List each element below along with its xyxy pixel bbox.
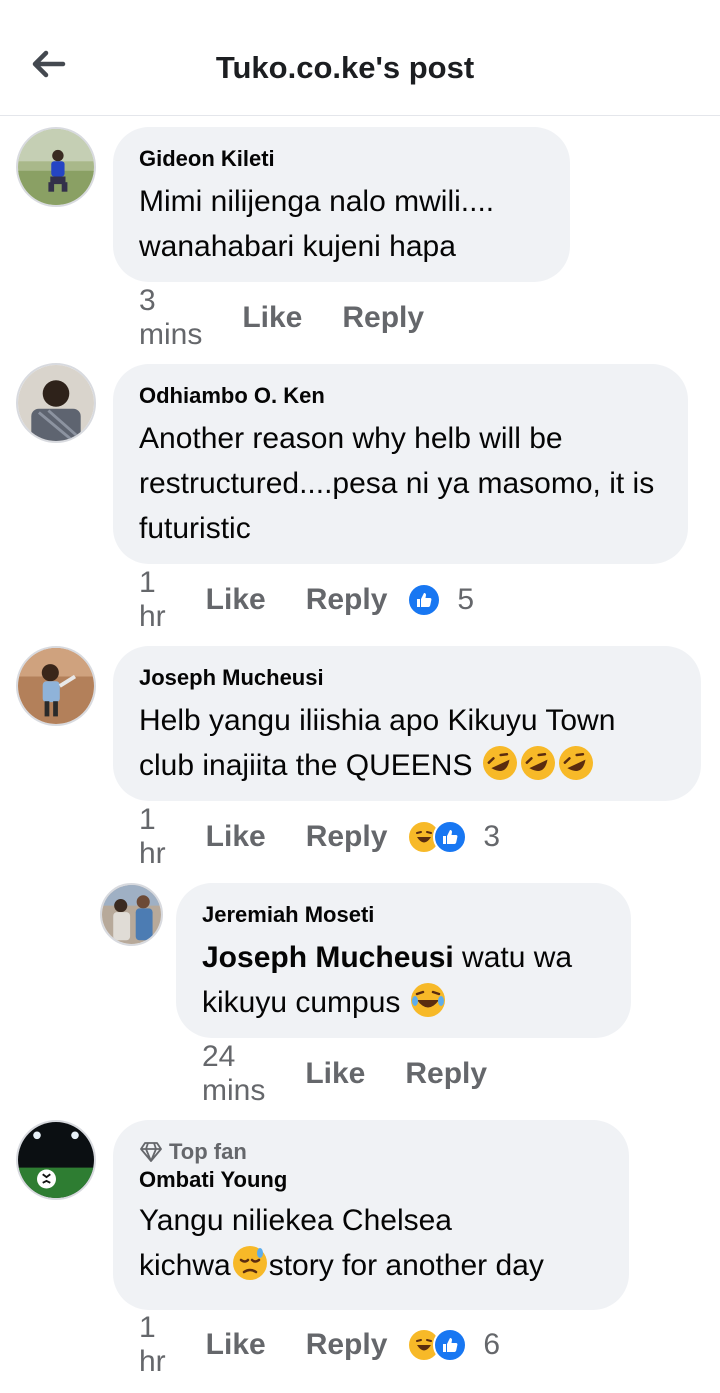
comment-time[interactable]: 1 hr [139, 803, 166, 871]
comment-actions: 24 mins Like Reply [202, 1040, 487, 1107]
rolling-laughing-emoji-icon [520, 746, 555, 780]
comment-text: Helb yangu iliishia apo Kikuyu Town club… [139, 698, 675, 788]
comment-actions: 3 mins Like Reply [139, 284, 424, 351]
avatar-photo [102, 885, 161, 944]
comment-bubble: Jeremiah Moseti Joseph Mucheusi watu wa … [176, 883, 631, 1038]
avatar-photo [18, 129, 94, 205]
like-button[interactable]: Like [242, 301, 302, 335]
avatar-photo [18, 1122, 94, 1198]
reactions-summary[interactable] [407, 820, 468, 854]
reaction-count[interactable]: 6 [483, 1328, 500, 1362]
reply-button[interactable]: Reply [405, 1057, 487, 1091]
comment-text: Yangu niliekea Chelsea kichwa story for a… [139, 1198, 603, 1288]
thumbs-up-icon [433, 1328, 468, 1362]
like-button[interactable]: Like [206, 820, 266, 854]
avatar[interactable] [100, 883, 163, 946]
comment-actions: 1 hr Like Reply 5 [139, 566, 474, 633]
comment-bubble: Joseph Mucheusi Helb yangu iliishia apo … [113, 646, 701, 801]
comment-text-line: watu wa [453, 941, 573, 974]
comment-bubble: Odhiambo O. Ken Another reason why helb … [113, 364, 688, 564]
comment-author[interactable]: Odhiambo O. Ken [139, 382, 662, 410]
comment-actions: 1 hr Like Reply 6 [139, 1311, 500, 1378]
app-header: Tuko.co.ke's post [0, 0, 720, 116]
sad-sweat-emoji-icon [232, 1246, 267, 1280]
comment-time[interactable]: 3 mins [139, 284, 202, 352]
comment-author[interactable]: Ombati Young [139, 1166, 603, 1194]
like-button[interactable]: Like [305, 1057, 365, 1091]
reaction-count[interactable]: 3 [483, 820, 500, 854]
reactions-summary[interactable] [407, 583, 442, 617]
mention-link[interactable]: Joseph Mucheusi [202, 941, 454, 974]
avatar[interactable] [16, 1120, 96, 1200]
avatar-photo [18, 648, 94, 724]
like-button[interactable]: Like [206, 1328, 266, 1362]
rolling-laughing-emoji-icon [482, 746, 517, 780]
comment-author[interactable]: Joseph Mucheusi [139, 664, 675, 692]
comment-text: Joseph Mucheusi watu wa kikuyu cumpus [202, 935, 605, 1025]
avatar[interactable] [16, 646, 96, 726]
comment-time[interactable]: 1 hr [139, 1311, 166, 1379]
page-title: Tuko.co.ke's post [215, 50, 475, 85]
reply-button[interactable]: Reply [306, 1328, 388, 1362]
comment-time[interactable]: 24 mins [202, 1040, 265, 1108]
reply-button[interactable]: Reply [306, 820, 388, 854]
like-button[interactable]: Like [206, 583, 266, 617]
comment-text-line: kichwa [139, 1249, 231, 1282]
top-fan-badge: Top fan [139, 1138, 603, 1166]
comment-text-line: club inajiita the QUEENS [139, 749, 473, 782]
thumbs-up-icon [433, 820, 468, 854]
diamond-icon [140, 1142, 162, 1162]
tears-of-joy-emoji-icon [410, 983, 445, 1017]
reply-button[interactable]: Reply [306, 583, 388, 617]
reactions-summary[interactable] [407, 1328, 468, 1362]
reply-button[interactable]: Reply [342, 301, 424, 335]
comment-author[interactable]: Gideon Kileti [139, 145, 544, 173]
comment-text: Mimi nilijenga nalo mwili.... wanahabari… [139, 185, 495, 263]
comment-author[interactable]: Jeremiah Moseti [202, 901, 605, 929]
rolling-laughing-emoji-icon [558, 746, 593, 780]
avatar-photo [18, 365, 94, 441]
comment-time[interactable]: 1 hr [139, 566, 166, 634]
reaction-count[interactable]: 5 [457, 583, 474, 617]
comment-text-line: kikuyu cumpus [202, 986, 401, 1019]
comment-text-line: Yangu niliekea Chelsea [139, 1204, 452, 1237]
comment-actions: 1 hr Like Reply 3 [139, 803, 500, 870]
comment-bubble: Top fan Ombati Young Yangu niliekea Chel… [113, 1120, 629, 1310]
comment-text-line: story for another day [268, 1249, 544, 1282]
comment-text: Another reason why helb will be restruct… [139, 422, 655, 545]
comment-text-line: Helb yangu iliishia apo Kikuyu Town [139, 704, 616, 737]
comment-bubble: Gideon Kileti Mimi nilijenga nalo mwili.… [113, 127, 570, 282]
avatar[interactable] [16, 363, 96, 443]
thumbs-up-icon [407, 583, 442, 617]
avatar[interactable] [16, 127, 96, 207]
top-fan-label: Top fan [169, 1139, 247, 1164]
